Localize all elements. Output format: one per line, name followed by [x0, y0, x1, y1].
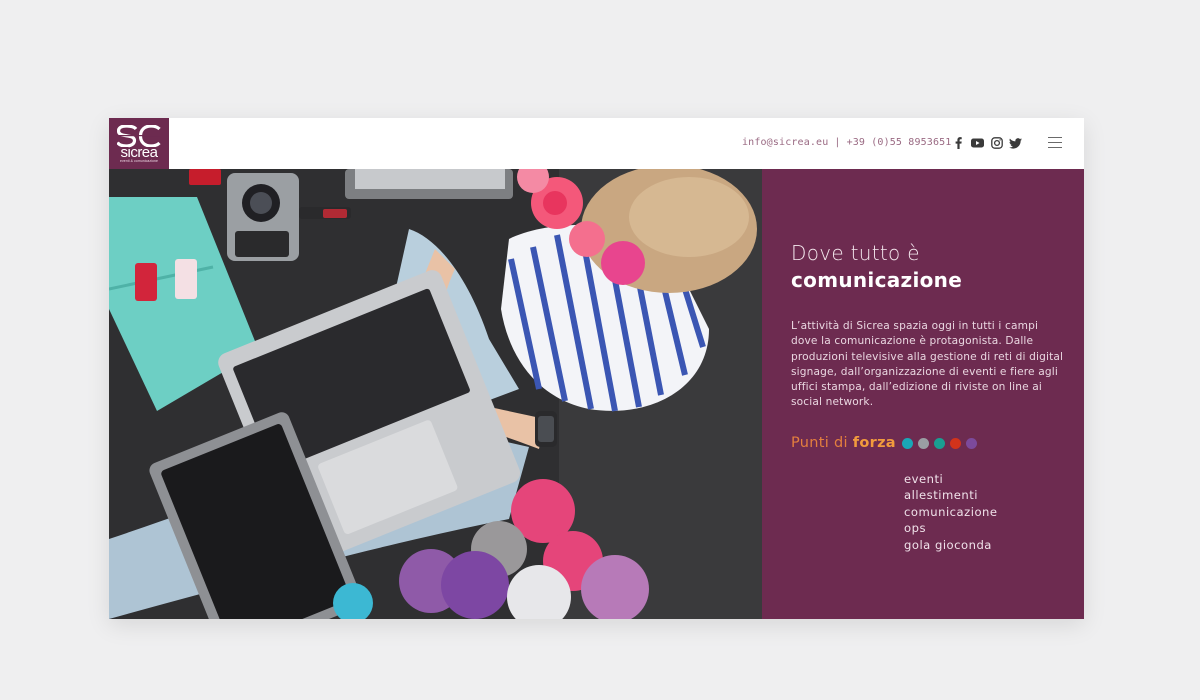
headline-line-2: comunicazione — [791, 268, 963, 292]
sicrea-logo[interactable]: sicrea eventi & comunicazione — [109, 118, 169, 169]
hero-photo — [109, 169, 762, 619]
website-frame: sicrea eventi & comunicazione info@sicre… — [109, 118, 1084, 619]
forza-label: Punti di forza — [791, 435, 896, 451]
color-dot — [965, 437, 977, 449]
site-header: sicrea eventi & comunicazione info@sicre… — [109, 118, 1084, 169]
twitter-icon[interactable] — [1009, 136, 1022, 150]
forza-item-eventi[interactable]: eventi — [904, 471, 998, 487]
logo-tagline: eventi & comunicazione — [119, 158, 158, 163]
punti-di-forza-heading: Punti di forza — [791, 435, 977, 451]
forza-item-ops[interactable]: ops — [904, 520, 998, 536]
facebook-icon[interactable] — [952, 136, 965, 150]
forza-bold: forza — [852, 435, 896, 451]
email-link[interactable]: info@sicrea.eu — [742, 137, 828, 148]
intro-paragraph: L’attività di Sicrea spazia oggi in tutt… — [791, 320, 1064, 409]
contact-info: info@sicrea.eu | +39 (0)55 8953651 — [742, 137, 951, 148]
forza-item-gola-gioconda[interactable]: gola gioconda — [904, 537, 998, 553]
youtube-icon[interactable] — [971, 136, 984, 150]
intro-panel: Dove tutto è comunicazione L’attività di… — [762, 169, 1084, 619]
forza-list: eventi allestimenti comunicazione ops go… — [904, 471, 998, 553]
contact-separator: | — [834, 137, 841, 148]
forza-item-allestimenti[interactable]: allestimenti — [904, 487, 998, 503]
forza-prefix: Punti di — [791, 435, 848, 451]
phone-link[interactable]: +39 (0)55 8953651 — [847, 137, 952, 148]
color-dot — [949, 437, 961, 449]
color-dot — [917, 437, 929, 449]
social-links — [952, 136, 1022, 150]
hamburger-menu-icon[interactable] — [1048, 137, 1062, 149]
color-dot — [901, 437, 913, 449]
logo-wordmark: sicrea — [120, 143, 158, 161]
instagram-icon[interactable] — [990, 136, 1003, 150]
color-dot — [933, 437, 945, 449]
color-dots — [901, 437, 977, 449]
headline-line-1: Dove tutto è — [791, 241, 920, 265]
forza-item-comunicazione[interactable]: comunicazione — [904, 504, 998, 520]
hero-illustration — [109, 169, 762, 619]
headline: Dove tutto è comunicazione — [791, 240, 962, 294]
